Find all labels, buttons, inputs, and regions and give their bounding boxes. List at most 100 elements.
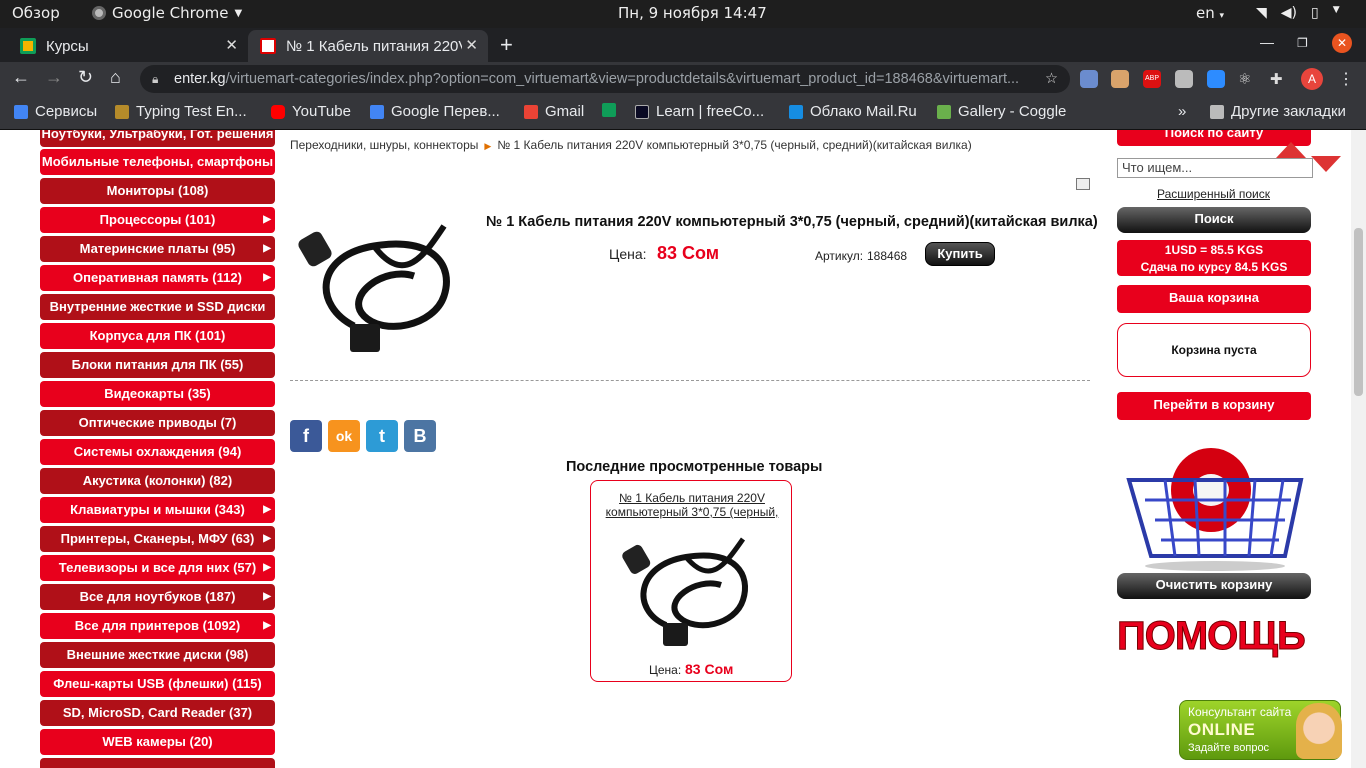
vk-icon[interactable]: B (404, 420, 436, 452)
bookmark-drive[interactable] (602, 103, 616, 117)
menu-item-webcams[interactable]: WEB камеры (20) (40, 729, 275, 755)
adblock-icon[interactable]: ABP (1143, 70, 1161, 88)
bookmark-mailru-cloud[interactable]: Облако Mail.Ru (789, 103, 917, 120)
bookmarks-overflow-button[interactable]: » (1178, 103, 1186, 120)
menu-icon[interactable]: ⋮ (1338, 69, 1354, 89)
menu-item-optical[interactable]: Оптические приводы (7) (40, 410, 275, 436)
recent-product-image[interactable] (621, 525, 761, 655)
tab-strip: Курсы ✕ № 1 Кабель питания 220V ✕ + — ❐ … (0, 28, 1366, 62)
scroll-down-icon[interactable] (1311, 156, 1341, 172)
page-scrollbar[interactable] (1351, 130, 1366, 768)
lock-icon[interactable]: 🔒︎ (152, 65, 158, 93)
menu-item-tvs[interactable]: Телевизоры и все для них (57) ▶ (40, 555, 275, 581)
menu-item-external-hdd[interactable]: Внешние жесткие диски (98) (40, 642, 275, 668)
menu-item-more[interactable] (40, 758, 275, 768)
puzzle-icon[interactable]: ✚ (1270, 70, 1288, 88)
extension-icon[interactable] (1111, 70, 1129, 88)
menu-item-ram[interactable]: Оперативная память (112) ▶ (40, 265, 275, 291)
clear-cart-button[interactable]: Очистить корзину (1117, 573, 1311, 599)
menu-item-laptops[interactable]: Ноутбуки, Ультрабуки, Гот. решения (40, 130, 275, 147)
odnoklassniki-icon[interactable]: ok (328, 420, 360, 452)
menu-item-printers[interactable]: Принтеры, Сканеры, МФУ (63) ▶ (40, 526, 275, 552)
bookmark-freecodecamp[interactable]: Learn | freeCo... (635, 103, 764, 120)
help-banner[interactable]: ПОМОЩЬ (1117, 614, 1327, 659)
search-button[interactable]: Поиск (1117, 207, 1311, 233)
keyboard-layout[interactable]: en ▾ (1196, 4, 1224, 22)
apps-icon (14, 104, 28, 119)
menu-item-laptop-accessories[interactable]: Все для ноутбуков (187) ▶ (40, 584, 275, 610)
chevron-right-icon: ▶ (263, 562, 271, 573)
battery-icon: ▯ (1311, 5, 1319, 21)
scrollbar-thumb[interactable] (1354, 228, 1363, 396)
zoom-icon[interactable] (1207, 70, 1225, 88)
recent-product-link[interactable]: № 1 Кабель питания 220V компьютерный 3*0… (599, 491, 785, 521)
sku-value: 188468 (867, 249, 908, 263)
profile-avatar[interactable]: A (1301, 68, 1323, 90)
close-icon[interactable]: ✕ (225, 36, 238, 54)
menu-item-psu[interactable]: Блоки питания для ПК (55) (40, 352, 275, 378)
menu-item-phones[interactable]: Мобильные телефоны, смартфоны (40, 149, 275, 175)
system-tray[interactable]: ◥ ◀) ▯ ▼ (1256, 5, 1340, 21)
bookmark-typing-test[interactable]: Typing Test En... (115, 103, 247, 120)
recently-viewed-heading: Последние просмотренные товары (566, 459, 823, 475)
menu-item-keyboards[interactable]: Клавиатуры и мышки (343) ▶ (40, 497, 275, 523)
advanced-search-link[interactable]: Расширенный поиск (1157, 187, 1270, 201)
forward-button[interactable]: → (45, 67, 63, 88)
buy-button[interactable]: Купить (925, 242, 995, 266)
extension-icon[interactable] (1080, 70, 1098, 88)
back-button[interactable]: ← (12, 67, 30, 88)
breadcrumb-parent-link[interactable]: Переходники, шнуры, коннекторы (290, 138, 478, 152)
address-bar[interactable]: 🔒︎ enter.kg/virtuemart-categories/index.… (140, 65, 1070, 93)
home-button[interactable]: ⌂ (110, 67, 121, 88)
menu-item-usb-flash[interactable]: Флеш-карты USB (флешки) (115) (40, 671, 275, 697)
maximize-icon[interactable]: ❐ (1297, 36, 1308, 50)
os-top-bar: Обзор Google Chrome ▼ Пн, 9 ноября 14:47… (0, 0, 1366, 28)
menu-item-cooling[interactable]: Системы охлаждения (94) (40, 439, 275, 465)
tab-product[interactable]: № 1 Кабель питания 220V ✕ (248, 30, 488, 62)
bookmark-services[interactable]: Сервисы (14, 103, 97, 120)
online-consultant-widget[interactable]: Консультант сайта ONLINE Задайте вопрос (1179, 700, 1342, 760)
breadcrumb-arrow-icon: ▶ (484, 141, 492, 151)
menu-item-printer-supplies[interactable]: Все для принтеров (1092) ▶ (40, 613, 275, 639)
twitter-icon[interactable]: t (366, 420, 398, 452)
shopping-basket-icon (1126, 448, 1304, 571)
search-input[interactable]: Что ищем... (1117, 158, 1313, 178)
menu-item-motherboards[interactable]: Материнские платы (95) ▶ (40, 236, 275, 262)
shield-icon[interactable] (1175, 70, 1193, 88)
recent-price: 83 Сом (685, 661, 734, 677)
minimize-icon[interactable]: — (1260, 34, 1274, 50)
menu-item-hdd-ssd[interactable]: Внутренние жесткие и SSD диски (40, 294, 275, 320)
scroll-up-icon[interactable] (1276, 142, 1306, 158)
other-bookmarks[interactable]: Другие закладки (1210, 103, 1346, 120)
menu-item-cpus[interactable]: Процессоры (101) ▶ (40, 207, 275, 233)
chevron-right-icon: ▶ (263, 591, 271, 602)
clock[interactable]: Пн, 9 ноября 14:47 (618, 4, 767, 22)
bookmark-gmail[interactable]: Gmail (524, 103, 584, 120)
menu-item-cases[interactable]: Корпуса для ПК (101) (40, 323, 275, 349)
new-tab-button[interactable]: + (500, 32, 513, 58)
bookmark-star-icon[interactable]: ☆ (1045, 65, 1058, 93)
menu-item-monitors[interactable]: Мониторы (108) (40, 178, 275, 204)
reload-button[interactable]: ↻ (78, 67, 93, 88)
chevron-right-icon: ▶ (263, 533, 271, 544)
tab-courses[interactable]: Курсы ✕ (0, 30, 248, 62)
menu-item-sd-cards[interactable]: SD, MicroSD, Card Reader (37) (40, 700, 275, 726)
menu-item-speakers[interactable]: Акустика (колонки) (82) (40, 468, 275, 494)
chevron-right-icon: ▶ (263, 620, 271, 631)
close-window-button[interactable]: ✕ (1332, 33, 1352, 53)
recent-price-label: Цена: (649, 663, 682, 677)
app-menu[interactable]: Google Chrome ▼ (92, 4, 242, 22)
go-to-cart-button[interactable]: Перейти в корзину (1117, 392, 1311, 420)
menu-item-gpu[interactable]: Видеокарты (35) (40, 381, 275, 407)
bookmark-youtube[interactable]: YouTube (271, 103, 351, 120)
activities-button[interactable]: Обзор (12, 4, 60, 22)
bookmark-coggle[interactable]: Gallery - Coggle (937, 103, 1066, 120)
url-text[interactable]: enter.kg/virtuemart-categories/index.php… (174, 65, 1034, 93)
print-icon[interactable] (1076, 178, 1090, 190)
facebook-icon[interactable]: f (290, 420, 322, 452)
bookmark-google-translate[interactable]: Google Перев... (370, 103, 500, 120)
react-icon[interactable]: ⚛ (1238, 70, 1256, 88)
product-image[interactable] (294, 206, 470, 362)
close-icon[interactable]: ✕ (465, 36, 478, 54)
page-viewport: Ноутбуки, Ультрабуки, Гот. решения Мобил… (0, 130, 1366, 768)
